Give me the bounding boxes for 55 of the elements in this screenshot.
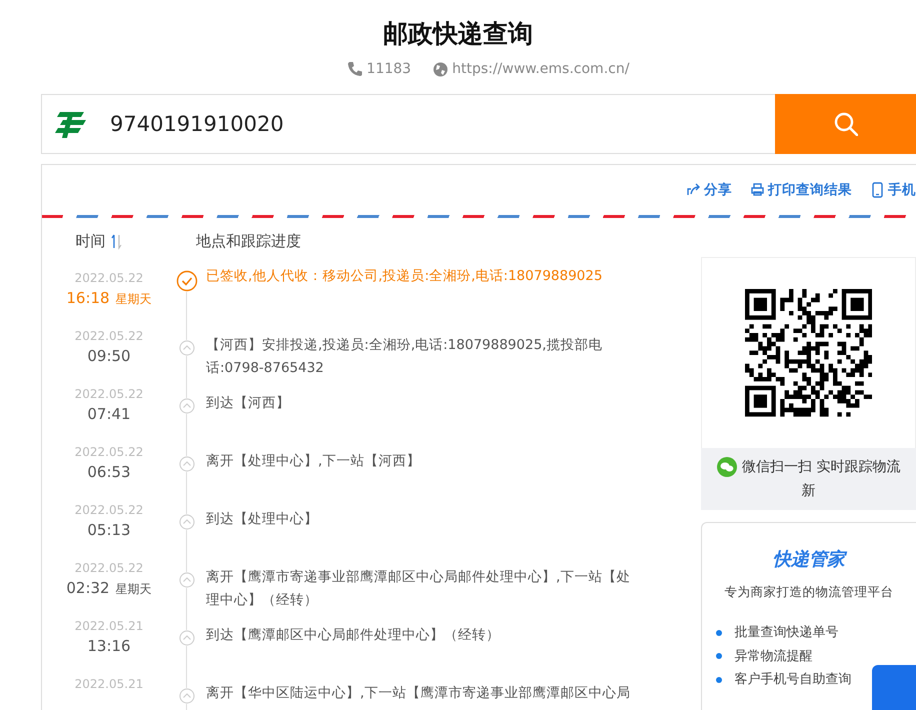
page-title: 邮政快递查询 <box>383 18 533 50</box>
column-header: 时间 <box>76 232 106 250</box>
tracking-number-field[interactable]: 9740191910020 <box>41 94 775 154</box>
event-time: 09:50 <box>87 347 131 365</box>
event-description: 离开【鹰潭市寄递事业部鹰潭邮区中心局邮件处理中心】,下一站【处理中心】（经转） <box>205 568 632 610</box>
event-description: 到达【鹰潭邮区中心局邮件处理中心】（经转） <box>205 626 501 645</box>
website-url[interactable]: https://www.ems.com.cn/ <box>452 60 630 78</box>
event-date: 2022.05.21 <box>74 618 144 634</box>
event-description: 到达【河西】 <box>205 394 291 413</box>
action-link[interactable]: 打印查询结果 <box>750 181 852 199</box>
phone-icon <box>346 61 363 77</box>
action-link[interactable]: 分享 <box>686 181 732 199</box>
event-time: 02:32 <box>66 579 110 597</box>
action-link[interactable]: 手机 <box>870 181 916 199</box>
event-description: 已签收,他人代收：移动公司,投递员:全湘玢,电话:18079889025 <box>205 267 604 286</box>
event-time: 06:53 <box>87 463 131 481</box>
event-weekday: 星期天 <box>116 581 152 598</box>
feature-item: 客户手机号自助查询 <box>734 671 852 689</box>
tracking-number-input[interactable]: 9740191910020 <box>110 104 775 144</box>
event-date: 2022.05.21 <box>74 676 144 692</box>
event-date: 2022.05.22 <box>74 444 144 460</box>
phone-illustration <box>872 665 916 710</box>
qr-caption: 新 <box>802 482 816 501</box>
phone-number: 11183 <box>366 60 412 78</box>
globe-icon <box>433 62 448 76</box>
sort-arrows-icon <box>110 232 122 250</box>
share-icon <box>686 182 701 198</box>
event-date: 2022.05.22 <box>74 386 144 402</box>
event-time: 05:13 <box>87 521 131 539</box>
event-time: 13:16 <box>87 637 131 655</box>
event-description: 到达【处理中心】 <box>205 510 319 529</box>
bullet-icon <box>716 676 722 683</box>
event-date: 2022.05.22 <box>74 502 144 518</box>
promo-subtitle: 专为商家打造的物流管理平台 <box>724 584 895 601</box>
wechat-icon <box>716 457 737 477</box>
event-description: 离开【处理中心】,下一站【河西】 <box>205 452 422 471</box>
event-description: 离开【华中区陆运中心】,下一站【鹰潭市寄递事业部鹰潭邮区中心局 <box>205 684 632 703</box>
event-description: 【河西】安排投递,投递员:全湘玢,电话:18079889025,揽投部电话:0798-8765432 <box>205 336 604 378</box>
sort-button[interactable] <box>110 232 122 250</box>
bullet-icon <box>716 653 722 660</box>
feature-item: 异常物流提醒 <box>734 648 812 666</box>
phone-icon <box>870 182 885 198</box>
event-weekday: 星期天 <box>116 291 152 308</box>
event-date: 2022.05.22 <box>74 270 144 286</box>
qr-caption: 微信扫一扫 实时跟踪物流 <box>742 458 900 477</box>
column-header: 地点和跟踪进度 <box>196 232 301 250</box>
search-icon <box>834 112 858 136</box>
event-date: 2022.05.22 <box>74 328 144 344</box>
printer-icon <box>750 182 765 198</box>
feature-item: 批量查询快递单号 <box>734 624 838 642</box>
event-time: 07:41 <box>87 405 131 423</box>
promo-title: 快递管家 <box>772 548 848 572</box>
event-date: 2022.05.22 <box>74 560 144 576</box>
bullet-icon <box>716 630 722 636</box>
event-time: 16:18 <box>66 289 110 307</box>
